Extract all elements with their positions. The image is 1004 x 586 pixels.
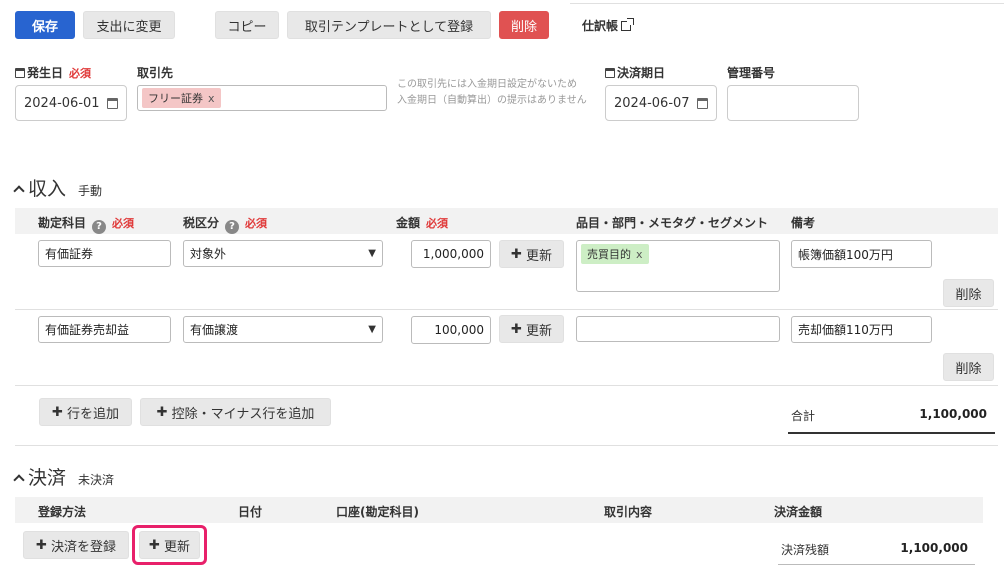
chevron-up-icon xyxy=(13,474,25,486)
amount-input[interactable]: 100,000 xyxy=(411,316,491,344)
help-icon[interactable]: ? xyxy=(225,219,240,234)
save-button[interactable]: 保存 xyxy=(15,11,75,39)
balance-value: 1,100,000 xyxy=(900,541,968,555)
income-section-title[interactable]: 収入 手動 xyxy=(13,174,102,201)
memo-input[interactable]: 帳簿価額100万円 xyxy=(791,240,932,268)
help-icon[interactable]: ? xyxy=(92,219,107,234)
chevron-down-icon: ▼ xyxy=(368,324,376,335)
calendar-icon xyxy=(107,97,118,109)
register-settlement-button[interactable]: ✚ 決済を登録 xyxy=(23,531,129,559)
due-date-input[interactable]: 2024-06-07 xyxy=(605,85,717,121)
settlement-section-title[interactable]: 決済 未決済 xyxy=(13,463,114,490)
memo-input[interactable]: 売却価額110万円 xyxy=(791,316,932,343)
add-row-button[interactable]: ✚ 行を追加 xyxy=(39,398,132,426)
row-delete-button[interactable]: 削除 xyxy=(943,353,994,381)
copy-button[interactable]: コピー xyxy=(215,11,279,39)
chevron-down-icon: ▼ xyxy=(368,248,376,259)
section-divider xyxy=(15,445,998,446)
balance-underline xyxy=(778,564,975,565)
partner-input[interactable]: フリー証券 x xyxy=(137,85,387,111)
calendar-icon xyxy=(605,68,615,78)
total-underline xyxy=(788,432,995,434)
tag-remove-icon[interactable]: x xyxy=(636,248,643,261)
chevron-up-icon xyxy=(13,185,25,197)
column-amount: 金額 必須 xyxy=(396,216,449,230)
income-table-header xyxy=(15,208,998,234)
issue-date-input[interactable]: 2024-06-01 xyxy=(15,85,127,121)
column-settlement-account: 口座(勘定科目) xyxy=(336,505,419,519)
tag-remove-icon[interactable]: x xyxy=(208,92,215,105)
row-divider xyxy=(15,309,998,310)
issue-date-label: 発生日 必須 xyxy=(15,64,91,81)
tax-select[interactable]: 有価譲渡 ▼ xyxy=(183,316,383,343)
total-value: 1,100,000 xyxy=(919,407,987,421)
calendar-icon xyxy=(697,97,708,109)
management-number-input[interactable] xyxy=(727,85,859,121)
update-button[interactable]: ✚ 更新 xyxy=(499,315,564,343)
account-input[interactable]: 有価証券売却益 xyxy=(38,316,171,343)
journal-link[interactable]: 仕訳帳 xyxy=(582,17,635,34)
balance-label: 決済残額 xyxy=(781,543,830,557)
management-number-label: 管理番号 xyxy=(727,66,776,80)
row-delete-button[interactable]: 削除 xyxy=(943,279,994,307)
item-tag: 売買目的 x xyxy=(581,244,649,264)
column-method: 登録方法 xyxy=(38,505,87,519)
partner-tag: フリー証券 x xyxy=(142,88,221,108)
row-divider xyxy=(15,385,998,386)
external-link-icon xyxy=(621,18,635,31)
partner-note: この取引先には入金期日設定がないため 入金期日（自動算出）の提示はありません xyxy=(397,79,587,106)
add-deduction-row-button[interactable]: ✚ 控除・マイナス行を追加 xyxy=(140,398,331,426)
items-tag-input[interactable]: 売買目的 x xyxy=(576,240,780,292)
column-date: 日付 xyxy=(238,505,263,519)
total-label: 合計 xyxy=(791,409,816,423)
partner-label: 取引先 xyxy=(137,66,174,80)
delete-button[interactable]: 削除 xyxy=(499,11,549,39)
calendar-icon xyxy=(15,68,25,78)
update-settlement-button[interactable]: ✚ 更新 xyxy=(139,531,200,559)
tax-select[interactable]: 対象外 ▼ xyxy=(183,240,383,267)
amount-input[interactable]: 1,000,000 xyxy=(411,240,491,268)
account-input[interactable]: 有価証券 xyxy=(38,240,171,267)
column-tax: 税区分? 必須 xyxy=(183,216,268,234)
column-content: 取引内容 xyxy=(604,505,653,519)
column-account: 勘定科目? 必須 xyxy=(38,216,135,234)
column-memo: 備考 xyxy=(791,216,816,230)
due-date-label: 決済期日 xyxy=(605,64,665,81)
column-settlement-amount: 決済金額 xyxy=(774,505,823,519)
items-tag-input[interactable] xyxy=(576,316,780,342)
register-template-button[interactable]: 取引テンプレートとして登録 xyxy=(287,11,491,39)
column-items: 品目・部門・メモタグ・セグメント xyxy=(576,216,769,230)
update-button[interactable]: ✚ 更新 xyxy=(499,240,564,268)
top-divider xyxy=(570,3,1004,4)
change-to-expense-button[interactable]: 支出に変更 xyxy=(83,11,175,39)
settlement-table-header xyxy=(15,497,983,523)
